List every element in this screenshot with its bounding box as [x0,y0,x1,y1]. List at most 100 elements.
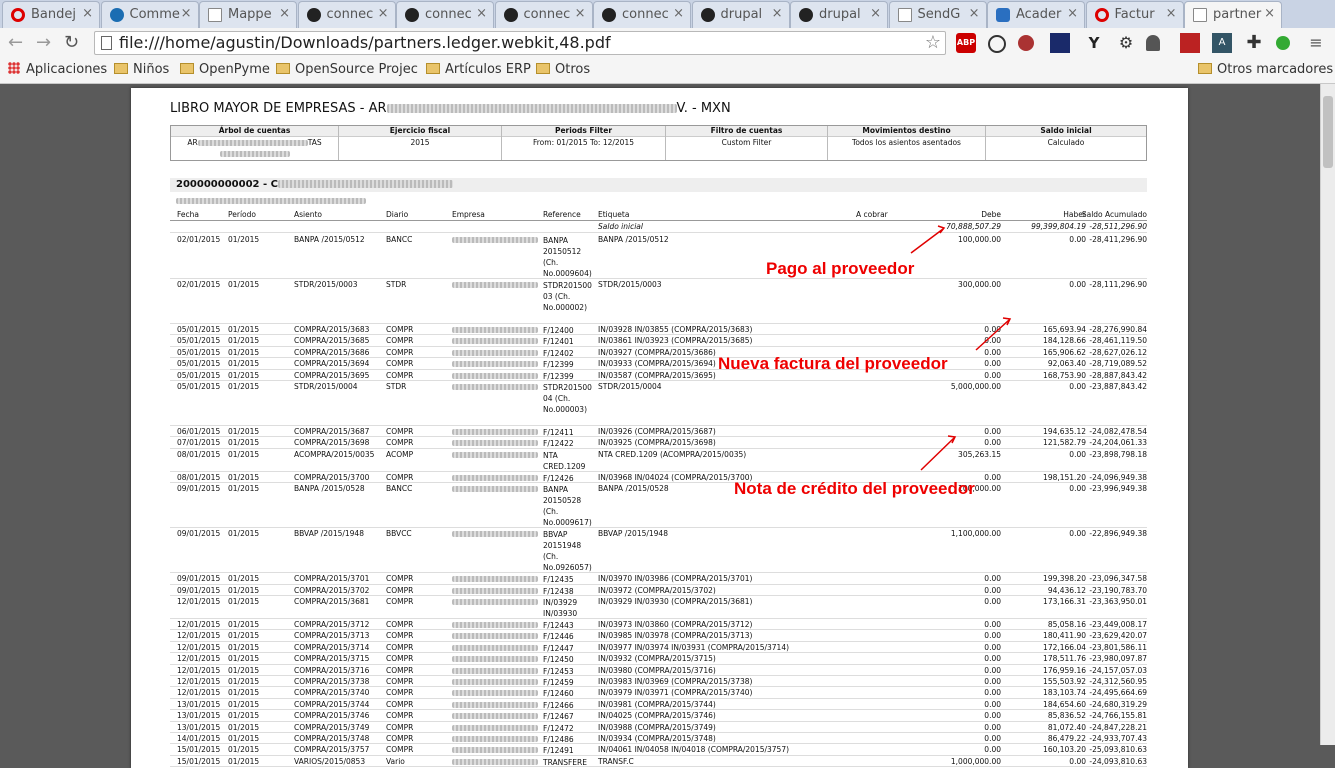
academia-icon [996,8,1010,22]
arrow-nota [920,437,955,471]
tab[interactable]: drupal × [790,1,888,28]
tab-label: connec [622,7,669,22]
document-icon [897,8,912,22]
tab-label: connec [326,7,374,22]
tab-label: partner [1213,7,1262,22]
close-icon[interactable]: × [181,6,192,21]
vertical-scrollbar[interactable] [1320,84,1335,745]
bookmark-ninos[interactable]: Niños [114,62,169,77]
tab[interactable]: Acader × [987,1,1085,28]
folder-icon [180,63,194,74]
annotation-arrows [910,225,1012,471]
record-icon[interactable] [988,35,1006,53]
tab-label: connec [425,7,472,22]
arrow-factura [975,319,1010,351]
green-dot-icon[interactable] [1276,36,1290,50]
opera-icon [11,8,25,22]
translate-icon[interactable]: A [1212,33,1232,53]
tab[interactable]: Bandej × [2,1,100,28]
bookmark-openpyme[interactable]: OpenPyme [180,62,270,77]
chart-extension-icon[interactable] [1050,33,1070,53]
annotation-nota: Nota de crédito del proveedor [734,479,975,498]
bookmark-label: Otros marcadores [1217,62,1334,77]
close-icon[interactable]: × [378,6,389,21]
browser-toolbar: ← → ↻ file:///home/agustin/Downloads/par… [0,28,1335,58]
close-icon[interactable]: × [1264,6,1275,21]
document-icon [1193,8,1207,22]
tab[interactable]: connec × [593,1,691,28]
close-icon[interactable]: × [82,6,93,21]
tab[interactable]: drupal × [691,1,790,28]
github-icon [503,8,518,22]
gear-icon[interactable]: ⚙ [1116,33,1136,53]
apple-icon[interactable] [1018,35,1034,51]
bookmark-opensource[interactable]: OpenSource Projec [276,62,418,77]
tab-label: Acader [1016,7,1062,22]
tab-label: Factur [1114,7,1155,22]
close-icon[interactable]: × [772,6,783,21]
folder-icon [276,63,290,74]
close-icon[interactable]: × [575,6,586,21]
tab[interactable]: SendG × [888,1,987,28]
page-icon [101,36,112,50]
ghost-icon[interactable] [1146,35,1160,51]
forward-button[interactable]: → [36,32,51,53]
tab[interactable]: connec × [396,1,494,28]
close-icon[interactable]: × [673,6,684,21]
close-icon[interactable]: × [870,6,881,21]
tab[interactable]: connec × [297,1,396,28]
close-icon[interactable]: × [969,6,980,21]
bookmark-label: OpenPyme [199,62,270,77]
address-bar[interactable]: file:///home/agustin/Downloads/partners.… [94,31,946,55]
bookmark-label: OpenSource Projec [295,62,418,77]
annotation-factura: Nueva factura del proveedor [718,354,948,373]
y-extension-icon[interactable]: Y [1084,33,1104,53]
reload-button[interactable]: ↻ [64,32,79,53]
github-icon [602,8,616,22]
bookmark-articulos-erp[interactable]: Artículos ERP [426,62,531,77]
annotation-pago: Pago al proveedor [766,259,915,278]
tab[interactable]: connec × [494,1,593,28]
tab-label: connec [523,7,571,22]
github-icon [700,8,715,22]
bookmark-apps[interactable]: Aplicaciones [8,62,107,77]
tab-label: drupal [819,7,861,22]
bookmarks-bar: Aplicaciones Niños OpenPyme OpenSource P… [0,58,1335,84]
crosshair-icon[interactable]: ✚ [1244,33,1264,53]
github-icon [405,8,419,22]
bookmark-otros[interactable]: Otros [536,62,590,77]
github-icon [306,8,321,22]
arrow-pago [910,228,944,254]
scrollbar-thumb[interactable] [1323,96,1333,168]
tab-label: SendG [917,7,961,22]
tab-label: drupal [720,7,763,22]
close-icon[interactable]: × [1166,6,1177,21]
close-icon[interactable]: × [476,6,487,21]
tab[interactable]: Mappe × [199,1,297,28]
opera-icon [1094,8,1109,22]
tab[interactable]: Factur × [1085,1,1184,28]
bookmark-label: Otros [555,62,591,77]
drupal-icon [109,8,124,22]
bookmark-otros-marcadores[interactable]: Otros marcadores [1198,62,1333,77]
adblock-icon[interactable]: ABP [956,33,976,53]
tab[interactable]: partner × [1184,1,1282,29]
document-icon [208,8,222,22]
close-icon[interactable]: × [1067,6,1078,21]
github-icon [799,8,813,22]
folder-icon [426,63,440,74]
folder-icon [1198,63,1212,74]
close-icon[interactable]: × [279,6,290,21]
folder-icon [536,63,550,74]
folder-icon [114,63,128,74]
tab-strip: Bandej × Comme × Mappe × connec × connec × connec ×… [0,0,1335,29]
tab-label: Comme [129,7,180,22]
bookmark-red-icon[interactable] [1180,33,1200,53]
bookmark-label: Artículos ERP [445,62,531,77]
tab[interactable]: Comme × [100,1,199,28]
tab-label: Mappe [228,7,272,22]
menu-icon[interactable]: ≡ [1306,33,1326,53]
pdf-page: LIBRO MAYOR DE EMPRESAS - AR V. - MXN Árb… [131,88,1188,768]
back-button[interactable]: ← [8,32,23,53]
bookmark-star-icon[interactable]: ☆ [925,32,941,53]
